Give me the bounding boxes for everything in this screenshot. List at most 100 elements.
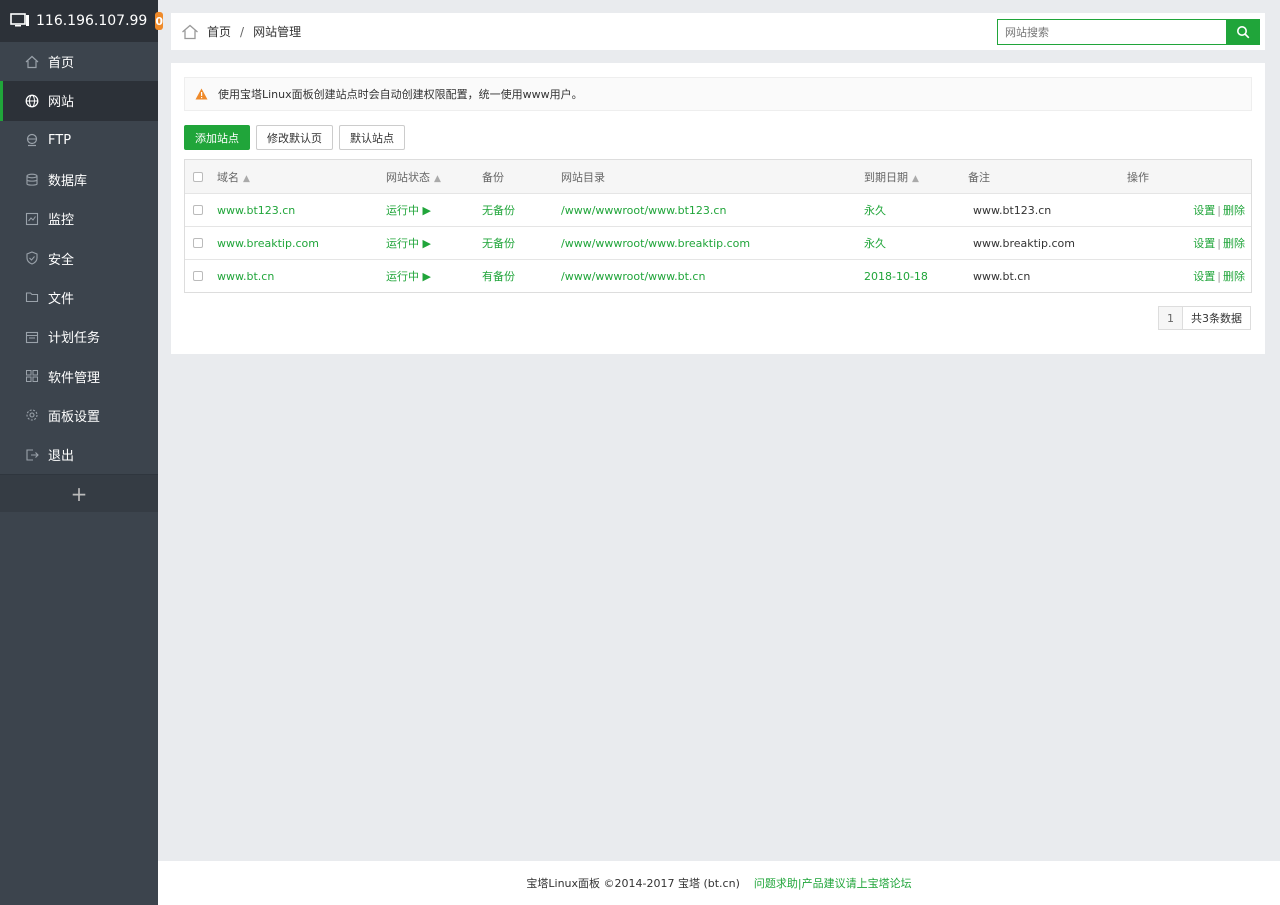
home-icon[interactable] xyxy=(181,24,199,40)
breadcrumb: 首页 / 网站管理 xyxy=(181,23,301,40)
globe-icon xyxy=(24,93,40,109)
monitor-icon xyxy=(10,12,30,31)
site-backup[interactable]: 无备份 xyxy=(482,202,515,218)
breadcrumb-current: 网站管理 xyxy=(253,25,302,39)
site-status[interactable]: 运行中 ▶ xyxy=(386,235,431,251)
sidebar: 116.196.107.99 0 首页 网站 FTP 数据库 监控 安全 文件 … xyxy=(0,0,163,905)
sidebar-item-label: 面板设置 xyxy=(48,409,101,425)
sidebar-item-home[interactable]: 首页 xyxy=(0,42,158,82)
site-root-link[interactable]: /www/wwwroot/www.bt.cn xyxy=(561,270,705,283)
sidebar-item-label: 数据库 xyxy=(48,174,88,190)
site-domain-link[interactable]: www.bt123.cn xyxy=(217,204,295,217)
site-remark[interactable]: www.bt.cn xyxy=(973,270,1030,283)
sidebar-item-label: 软件管理 xyxy=(48,370,101,386)
settings-link[interactable]: 设置 xyxy=(1193,270,1215,283)
site-domain-link[interactable]: www.breaktip.com xyxy=(217,237,319,250)
site-status-label: 运行中 xyxy=(386,270,419,283)
total-count: 共3条数据 xyxy=(1191,312,1242,325)
footer-copyright: 宝塔Linux面板 ©2014-2017 宝塔 (bt.cn) xyxy=(526,877,740,890)
breadcrumb-home[interactable]: 首页 xyxy=(207,23,231,40)
site-root-link[interactable]: /www/wwwroot/www.bt123.cn xyxy=(561,204,726,217)
sort-icon: ▲ xyxy=(434,173,441,184)
header-remark: 备注 xyxy=(968,170,990,184)
site-root-link[interactable]: /www/wwwroot/www.breaktip.com xyxy=(561,237,750,250)
sidebar-item-label: 网站 xyxy=(48,95,75,111)
alert-text: 使用宝塔Linux面板创建站点时会自动创建权限配置，统一使用www用户。 xyxy=(218,88,583,101)
header-domain[interactable]: 域名 ▲ xyxy=(217,169,250,185)
sidebar-item-label: FTP xyxy=(48,132,72,148)
delete-link[interactable]: 删除 xyxy=(1223,204,1245,217)
row-checkbox[interactable] xyxy=(193,238,203,248)
sort-icon: ▲ xyxy=(243,173,250,184)
sidebar-item-ftp[interactable]: FTP xyxy=(0,120,158,160)
sidebar-menu: 首页 网站 FTP 数据库 监控 安全 文件 计划任务 软件管理 面板设置 退出 xyxy=(0,42,158,475)
sidebar-item-label: 首页 xyxy=(48,56,75,72)
sidebar-item-label: 安全 xyxy=(48,252,75,268)
row-actions: 设置 | 删除 xyxy=(1193,202,1245,218)
site-remark[interactable]: www.breaktip.com xyxy=(973,237,1075,250)
top-bar: 首页 / 网站管理 xyxy=(171,13,1265,50)
site-expire[interactable]: 永久 xyxy=(864,202,886,218)
calendar-icon xyxy=(24,329,40,345)
site-status[interactable]: 运行中 ▶ xyxy=(386,202,431,218)
sidebar-item-cron[interactable]: 计划任务 xyxy=(0,317,158,357)
delete-link[interactable]: 删除 xyxy=(1223,270,1245,283)
header-status[interactable]: 网站状态 ▲ xyxy=(386,169,441,185)
forum-link[interactable]: 问题求助|产品建议请上宝塔论坛 xyxy=(754,875,912,891)
sidebar-item-database[interactable]: 数据库 xyxy=(0,159,158,200)
action-separator: | xyxy=(1217,204,1221,217)
settings-link[interactable]: 设置 xyxy=(1193,204,1215,217)
table-header: 域名 ▲ 网站状态 ▲ 备份 网站目录 到期日期 ▲ 备注 操作 xyxy=(185,160,1251,193)
sidebar-item-label: 退出 xyxy=(48,449,75,465)
header-status-label: 网站状态 xyxy=(386,170,430,184)
site-status-label: 运行中 xyxy=(386,237,419,250)
sidebar-item-settings[interactable]: 面板设置 xyxy=(0,395,158,435)
folder-icon xyxy=(24,289,40,305)
sidebar-item-security[interactable]: 安全 xyxy=(0,238,158,278)
notification-badge[interactable]: 0 xyxy=(155,12,163,30)
pagination: 1 共3条数据 xyxy=(1158,306,1251,330)
server-header: 116.196.107.99 0 xyxy=(0,0,163,42)
header-expire[interactable]: 到期日期 ▲ xyxy=(864,169,919,185)
row-checkbox[interactable] xyxy=(193,205,203,215)
action-separator: | xyxy=(1217,270,1221,283)
site-remark[interactable]: www.bt123.cn xyxy=(973,204,1051,217)
sidebar-item-label: 计划任务 xyxy=(48,331,101,347)
default-site-button[interactable]: 默认站点 xyxy=(339,125,405,150)
search-icon xyxy=(1236,25,1250,39)
sidebar-add-button[interactable]: + xyxy=(0,474,158,513)
play-icon: ▶ xyxy=(422,270,431,283)
search-input[interactable] xyxy=(997,19,1226,45)
site-backup[interactable]: 无备份 xyxy=(482,235,515,251)
page-number[interactable]: 1 xyxy=(1159,307,1183,329)
header-backup: 备份 xyxy=(482,170,504,184)
site-domain-link[interactable]: www.bt.cn xyxy=(217,270,274,283)
grid-icon xyxy=(24,368,40,384)
settings-link[interactable]: 设置 xyxy=(1193,237,1215,250)
sidebar-item-monitor[interactable]: 监控 xyxy=(0,199,158,239)
sidebar-item-label: 文件 xyxy=(48,291,75,307)
site-backup[interactable]: 有备份 xyxy=(482,268,515,284)
search-button[interactable] xyxy=(1226,19,1260,45)
header-domain-label: 域名 xyxy=(217,170,239,184)
row-checkbox[interactable] xyxy=(193,271,203,281)
ftp-icon xyxy=(24,132,40,148)
sidebar-item-logout[interactable]: 退出 xyxy=(0,434,158,475)
delete-link[interactable]: 删除 xyxy=(1223,237,1245,250)
server-ip: 116.196.107.99 xyxy=(36,13,148,29)
sidebar-item-software[interactable]: 软件管理 xyxy=(0,356,158,396)
add-site-button[interactable]: 添加站点 xyxy=(184,125,250,150)
sidebar-item-website[interactable]: 网站 xyxy=(0,81,158,121)
table-row: www.breaktip.com 运行中 ▶ 无备份 /www/wwwroot/… xyxy=(185,226,1251,259)
main-panel: 使用宝塔Linux面板创建站点时会自动创建权限配置，统一使用www用户。 添加站… xyxy=(171,63,1265,354)
sidebar-item-files[interactable]: 文件 xyxy=(0,277,158,318)
site-expire[interactable]: 永久 xyxy=(864,235,886,251)
edit-default-page-button[interactable]: 修改默认页 xyxy=(256,125,333,150)
site-expire[interactable]: 2018-10-18 xyxy=(864,270,928,283)
select-all-checkbox[interactable] xyxy=(193,171,203,182)
site-status[interactable]: 运行中 ▶ xyxy=(386,268,431,284)
search-box xyxy=(997,19,1260,45)
gear-icon xyxy=(24,407,40,423)
table-row: www.bt.cn 运行中 ▶ 有备份 /www/wwwroot/www.bt.… xyxy=(185,259,1251,292)
sort-icon: ▲ xyxy=(912,173,919,184)
